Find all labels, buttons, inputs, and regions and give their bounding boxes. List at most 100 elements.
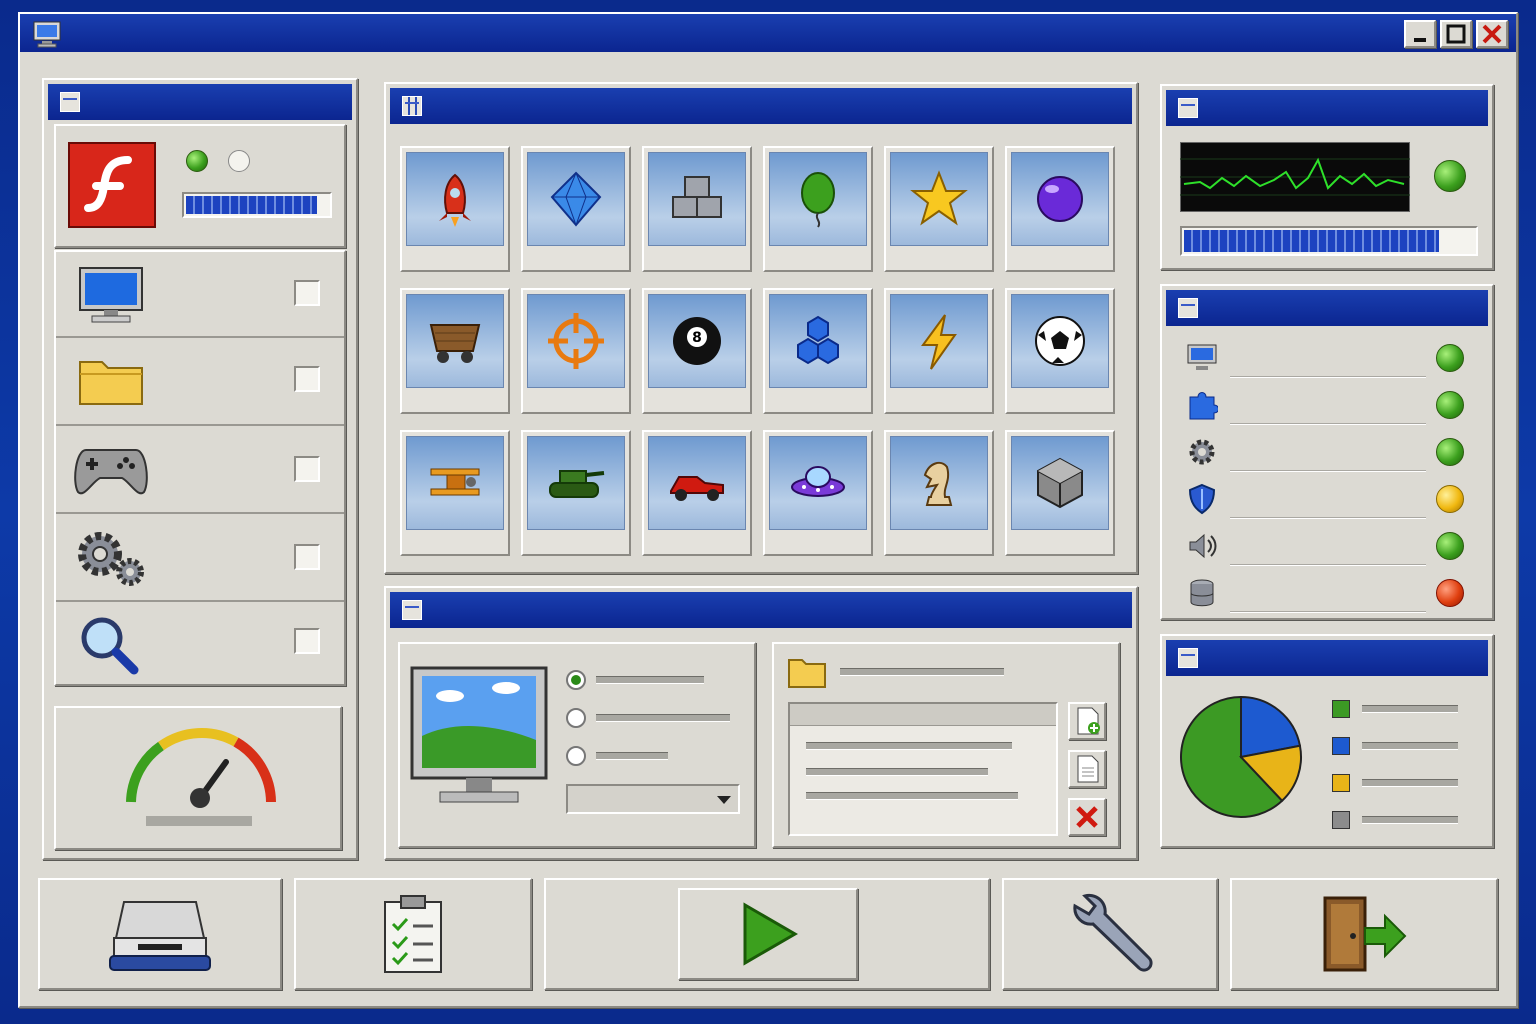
left-panel-title [48,84,352,120]
checkbox-folder[interactable] [294,366,320,392]
file-list[interactable] [788,702,1058,836]
rocket-icon [439,173,471,227]
game-tile-blocks[interactable] [642,146,752,272]
eight-ball-icon: 8 [673,317,721,365]
window-icon [1178,98,1198,118]
game-tile-mine-cart[interactable] [400,288,510,414]
new-file-button[interactable] [1068,702,1106,740]
game-tile-hexagons[interactable] [763,288,873,414]
close-button[interactable] [1476,20,1508,48]
status-led-green [1436,344,1464,372]
status-led-yellow [1436,485,1464,513]
radio-option-3-label [596,752,668,760]
delete-button[interactable] [1068,798,1106,836]
checkbox-monitor[interactable] [294,280,320,306]
radio-option-2[interactable] [566,708,586,728]
exit-button[interactable] [1230,878,1498,990]
race-car-icon [670,476,724,501]
status-row[interactable] [1176,385,1476,427]
monitor-progress-bar [1180,226,1478,256]
game-tile-eight-ball[interactable]: 8 [642,288,752,414]
flash-box [54,124,346,248]
display-panel-title [390,592,1132,628]
status-row-divider [1230,517,1426,519]
game-tile-rocket[interactable] [400,146,510,272]
file-row[interactable] [806,768,988,776]
game-tile-cube[interactable] [1005,430,1115,556]
game-tile-diamond[interactable] [521,146,631,272]
checkbox-gamepad[interactable] [294,456,320,482]
status-row-divider [1230,564,1426,566]
file-row[interactable] [806,742,1012,750]
star-icon [910,170,968,226]
status-led-green [1436,391,1464,419]
status-led-green [1436,532,1464,560]
pie-panel-title [1166,640,1488,676]
status-row[interactable] [1176,573,1476,615]
window-icon [1178,298,1198,318]
clipboard-button[interactable] [294,878,532,990]
chess-knight-icon [923,461,953,506]
status-row-divider [1230,470,1426,472]
database-icon [1190,579,1214,607]
game-tile-star[interactable] [884,146,994,272]
monitor-status-led [1434,160,1466,192]
gamepad-icon [74,449,148,495]
checkbox-search[interactable] [294,628,320,654]
document-button[interactable] [1068,750,1106,788]
list-item-folder[interactable] [56,338,344,426]
blocks-icon [672,176,722,218]
delete-icon [1076,806,1098,828]
radio-option-3[interactable] [566,746,586,766]
wrench-button[interactable] [1002,878,1218,990]
legend-item [1330,772,1480,794]
game-tile-balloon[interactable] [763,146,873,272]
list-item-gamepad[interactable] [56,426,344,514]
game-tile-chess-knight[interactable] [884,430,994,556]
exit-icon [1323,896,1407,972]
file-row[interactable] [806,792,1018,800]
display-panel [384,586,1138,860]
list-item-monitor[interactable] [56,252,344,338]
checkbox-settings[interactable] [294,544,320,570]
window-icon [60,92,80,112]
play-button[interactable] [678,888,858,980]
heartbeat-graph [1180,142,1410,212]
game-tile-tank[interactable] [521,430,631,556]
game-tile-ufo[interactable] [763,430,873,556]
left-panel [42,78,358,860]
drive-icon [109,901,211,971]
flash-player-icon[interactable] [68,142,156,228]
close-icon [1482,24,1502,44]
game-tile-crosshair[interactable] [521,288,631,414]
title-bar[interactable] [20,14,1516,52]
wrench-icon [1073,893,1153,972]
minimize-button[interactable] [1404,20,1436,48]
radio-option-1[interactable] [566,670,586,690]
dropdown-select[interactable] [566,784,740,814]
tank-icon [549,470,605,498]
flash-status-led-on [186,150,208,172]
list-item-search[interactable] [56,602,344,684]
gear-icon [1189,439,1215,465]
monitor-panel [1160,84,1494,270]
game-tile-biplane[interactable] [400,430,510,556]
maximize-button[interactable] [1440,20,1472,48]
status-panel [1160,284,1494,620]
status-row[interactable] [1176,526,1476,568]
game-tile-soccer-ball[interactable] [1005,288,1115,414]
window-icon [402,600,422,620]
status-row[interactable] [1176,479,1476,521]
status-row[interactable] [1176,338,1476,380]
legend-label [1362,779,1458,787]
biplane-icon [430,468,480,496]
drive-button[interactable] [38,878,282,990]
game-tile-lightning[interactable] [884,288,994,414]
speedometer-icon [126,728,276,826]
status-row-divider [1230,423,1426,425]
status-row[interactable] [1176,432,1476,474]
game-tile-race-car[interactable] [642,430,752,556]
item-list [54,250,346,686]
game-tile-orb[interactable] [1005,146,1115,272]
list-item-settings[interactable] [56,514,344,602]
